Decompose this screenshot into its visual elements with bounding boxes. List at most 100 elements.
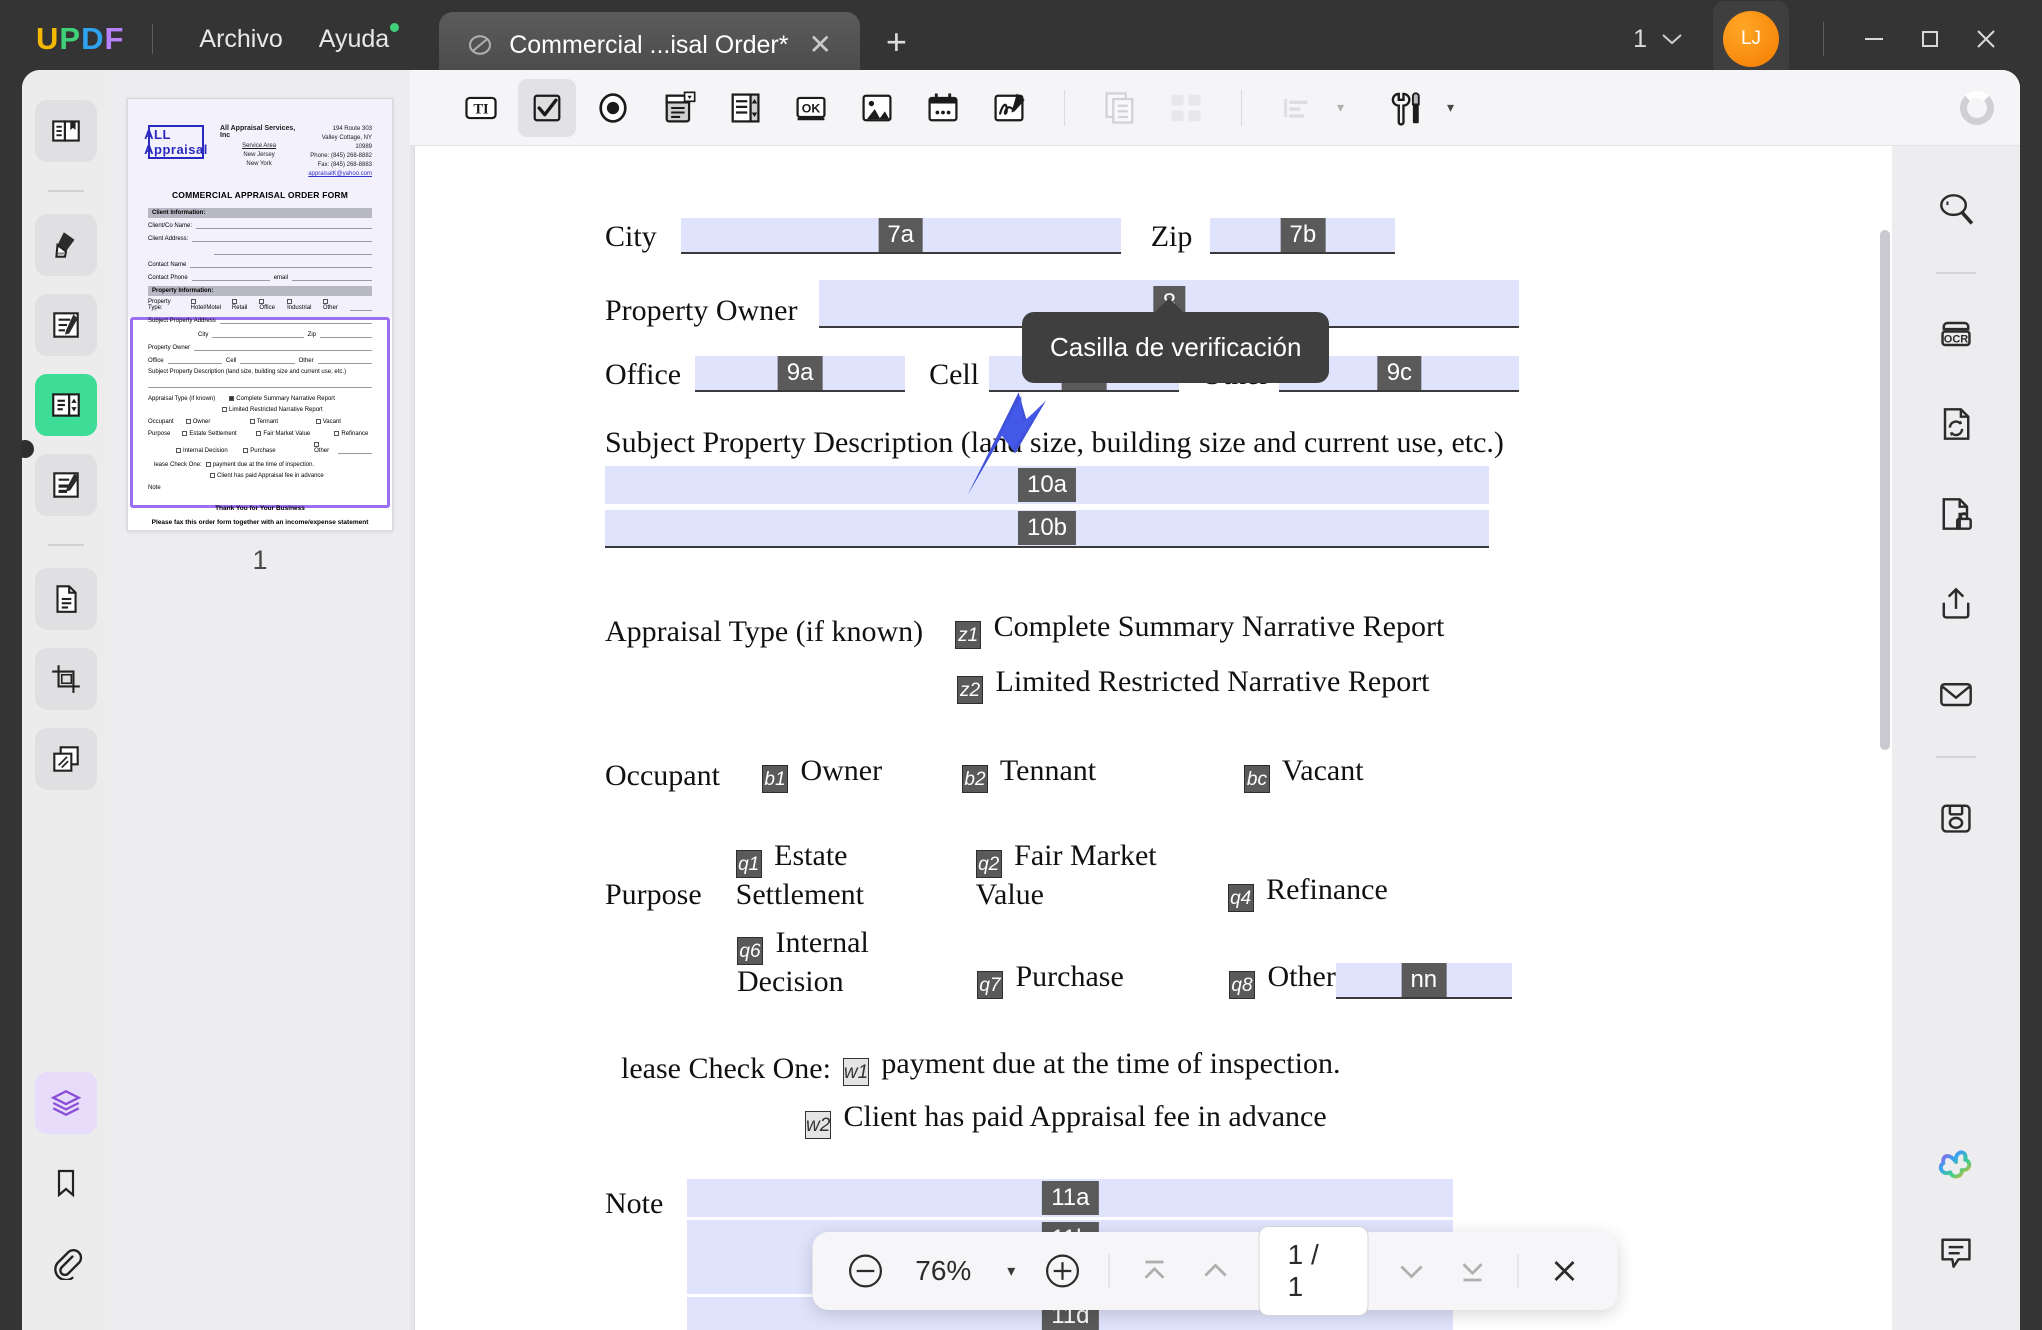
sidebar-item-prepare-form[interactable] xyxy=(35,374,97,436)
sidebar-item-organize[interactable] xyxy=(35,568,97,630)
form-field-11a[interactable]: 11a xyxy=(687,1179,1454,1217)
updf-window: UPDF Archivo Ayuda Commercial ...isal Or… xyxy=(0,0,2042,1330)
checkbox-q7[interactable]: q7 xyxy=(977,971,1003,999)
menu-ayuda[interactable]: Ayuda xyxy=(301,19,407,60)
checkbox-q1[interactable]: q1 xyxy=(735,850,762,878)
window-page-count[interactable]: 1 xyxy=(1615,25,1701,54)
thumb-service-area-title: Service Area xyxy=(242,143,277,149)
push-button-tool[interactable]: OK xyxy=(782,79,840,137)
thumb-zip-label: Zip xyxy=(307,332,316,338)
checkbox-label-w2: Client has paid Appraisal fee in advance xyxy=(843,1100,1327,1133)
minimize-button[interactable] xyxy=(1846,11,1902,67)
radio-button-tool[interactable] xyxy=(584,79,642,137)
zoom-out-icon xyxy=(849,1254,883,1288)
sidebar-item-bookmarks[interactable] xyxy=(35,1152,97,1214)
first-page-button[interactable] xyxy=(1127,1242,1182,1300)
search-button[interactable] xyxy=(1922,176,1990,244)
checkbox-w1[interactable]: w1 xyxy=(842,1058,869,1086)
date-field-tool[interactable] xyxy=(914,79,972,137)
protect-pdf-icon xyxy=(1942,498,1972,530)
form-field-7a[interactable]: 7a xyxy=(680,218,1121,254)
document-tab[interactable]: Commercial ...isal Order* ✕ xyxy=(439,12,860,78)
close-zoom-bar-button[interactable] xyxy=(1537,1242,1592,1300)
convert-button[interactable] xyxy=(1922,390,1990,458)
form-field-nn[interactable]: nn xyxy=(1335,963,1512,999)
sidebar-item-layers[interactable] xyxy=(35,1072,97,1134)
sidebar-item-reader[interactable] xyxy=(35,100,97,162)
share-button[interactable] xyxy=(1922,570,1990,638)
checkbox-tool[interactable] xyxy=(518,78,576,137)
close-tab-icon[interactable]: ✕ xyxy=(802,27,837,63)
ai-assistant-button[interactable] xyxy=(1922,1128,1990,1196)
sidebar-item-attachments[interactable] xyxy=(35,1232,97,1294)
save-button[interactable] xyxy=(1922,784,1990,852)
dropdown-tool[interactable] xyxy=(650,79,708,137)
align-icon xyxy=(1284,98,1308,118)
document-canvas[interactable]: City 7a Zip 7b Property Owner 8 xyxy=(410,146,2020,1330)
align-caret-icon[interactable]: ▾ xyxy=(1337,99,1344,116)
comments-button[interactable] xyxy=(1922,1218,1990,1286)
copy-properties-tool[interactable] xyxy=(1091,79,1149,137)
next-page-button[interactable] xyxy=(1384,1242,1439,1300)
protect-button[interactable] xyxy=(1922,480,1990,548)
form-settings-caret-icon[interactable]: ▾ xyxy=(1447,99,1454,116)
zoom-level-value[interactable]: 76% xyxy=(899,1255,987,1287)
signature-field-tool[interactable] xyxy=(980,79,1038,137)
sidebar-item-fill-sign[interactable] xyxy=(35,454,97,516)
checkbox-z2[interactable]: z2 xyxy=(957,676,983,704)
zoom-in-button[interactable] xyxy=(1035,1242,1090,1300)
thumb-company: All Appraisal Services, Inc xyxy=(220,125,296,139)
form-field-7b[interactable]: 7b xyxy=(1210,218,1396,254)
sidebar-item-comment[interactable] xyxy=(35,214,97,276)
zoom-preset-caret-icon[interactable]: ▾ xyxy=(993,1261,1029,1281)
tab-title: Commercial ...isal Order* xyxy=(509,30,789,59)
checkbox-bc[interactable]: bc xyxy=(1243,765,1270,793)
sidebar-item-batch[interactable] xyxy=(35,728,97,790)
close-window-button[interactable] xyxy=(1958,11,2014,67)
text-field-icon: TI xyxy=(465,96,497,119)
checkbox-q4[interactable]: q4 xyxy=(1227,884,1254,912)
rail-collapse-handle[interactable] xyxy=(22,440,34,458)
menu-archivo[interactable]: Archivo xyxy=(181,19,300,60)
email-button[interactable] xyxy=(1922,660,1990,728)
image-field-tool[interactable] xyxy=(848,79,906,137)
document-scrollbar[interactable] xyxy=(1880,230,1890,750)
last-page-button[interactable] xyxy=(1445,1242,1500,1300)
checkbox-b1[interactable]: b1 xyxy=(761,765,788,793)
toolbar-divider-2 xyxy=(1241,89,1242,126)
ocr-button[interactable]: OCR xyxy=(1922,300,1990,368)
text-field-tool[interactable]: TI xyxy=(452,79,510,137)
ocr-icon: OCR xyxy=(1941,321,1971,347)
checkbox-q8[interactable]: q8 xyxy=(1229,971,1255,999)
chevron-up-double-icon xyxy=(1204,1263,1227,1277)
checkbox-w2[interactable]: w2 xyxy=(805,1111,831,1139)
page-indicator-input[interactable]: 1 / 1 xyxy=(1258,1226,1369,1316)
field-badge-10b: 10b xyxy=(1017,511,1077,545)
checkbox-q6[interactable]: q6 xyxy=(737,937,763,965)
ai-assistant-icon xyxy=(1938,1150,1972,1179)
new-tab-button[interactable]: + xyxy=(886,24,907,60)
account-button[interactable]: LJ xyxy=(1713,1,1789,77)
align-fields-tool[interactable] xyxy=(1268,79,1326,137)
svg-text:OCR: OCR xyxy=(1944,334,1969,346)
sidebar-item-edit[interactable] xyxy=(35,294,97,356)
checkbox-icon xyxy=(533,94,561,121)
form-field-10b[interactable]: 10b xyxy=(605,510,1489,548)
form-field-9a[interactable]: 9a xyxy=(695,356,906,392)
thumb-purp-4: Purchase xyxy=(250,448,276,454)
list-box-tool[interactable] xyxy=(716,79,774,137)
field-badge-9a: 9a xyxy=(777,356,823,390)
checkbox-z1[interactable]: z1 xyxy=(955,621,982,649)
zoom-out-button[interactable] xyxy=(839,1242,894,1300)
checkbox-label-q8: Other xyxy=(1267,960,1336,993)
form-settings-tool[interactable] xyxy=(1378,79,1436,137)
maximize-button[interactable] xyxy=(1902,11,1958,67)
thumbnail-page-1[interactable]: ALL Appraisal All Appraisal Services, Inc… xyxy=(127,98,393,531)
checkbox-q2[interactable]: q2 xyxy=(975,850,1002,878)
prev-page-button[interactable] xyxy=(1188,1242,1243,1300)
thumbnail-panel: ALL Appraisal All Appraisal Services, Inc… xyxy=(110,70,410,1330)
checkbox-b2[interactable]: b2 xyxy=(961,765,988,793)
field-badge-7b: 7b xyxy=(1280,218,1326,252)
sidebar-item-crop[interactable] xyxy=(35,648,97,710)
arrange-fields-tool[interactable] xyxy=(1157,79,1215,137)
